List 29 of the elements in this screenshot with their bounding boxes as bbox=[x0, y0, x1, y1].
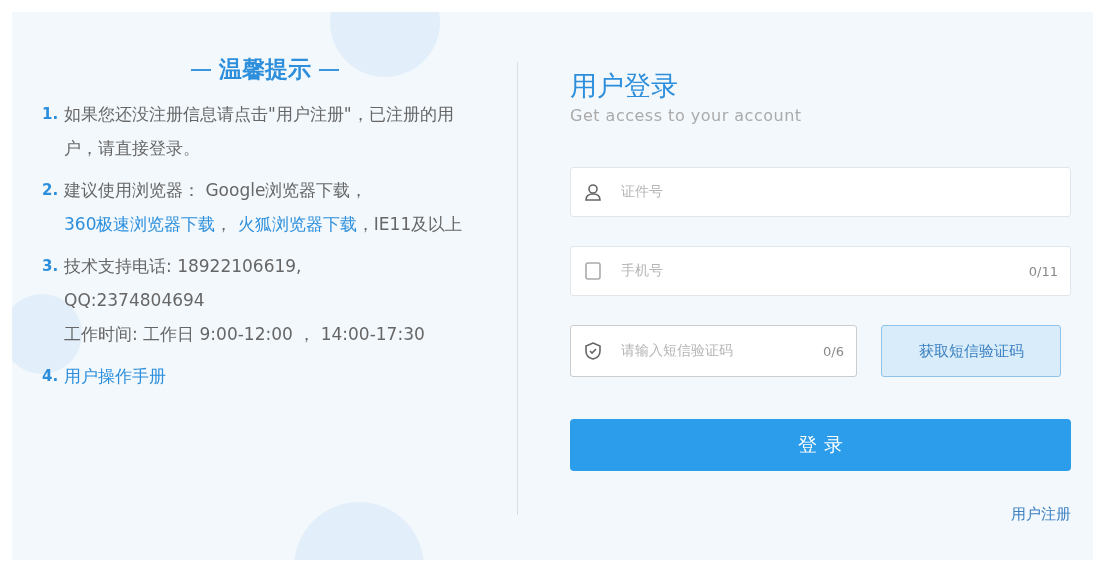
field-placeholder: 请输入短信验证码 bbox=[621, 342, 734, 360]
tip-text: QQ:2374804694 bbox=[64, 289, 206, 312]
char-counter: 0/6 bbox=[823, 343, 844, 359]
tablet-icon bbox=[583, 261, 603, 281]
input-field[interactable]: 请输入短信验证码 0/6 bbox=[570, 325, 857, 377]
tip-text: 技术支持电话: 18922106619, bbox=[64, 255, 303, 278]
login-subtitle: Get access to your account bbox=[570, 106, 803, 125]
download-link[interactable]: 360极速浏览器下载 bbox=[64, 214, 216, 234]
download-link[interactable]: 火狐浏览器下载 bbox=[237, 214, 357, 234]
list-number: 1. bbox=[42, 104, 60, 125]
field-placeholder: 证件号 bbox=[621, 183, 664, 201]
login-title: 用户登录 bbox=[570, 69, 679, 103]
tip-text: 建议使用浏览器： Google浏览器下载， 360极速浏览器下载， 火狐浏览器下载，IE11及以上 bbox=[64, 179, 464, 236]
tip-text: 工作时间: 工作日 9:00-12:00 ， 14:00-17:30 bbox=[64, 323, 426, 346]
field-placeholder: 手机号 bbox=[621, 262, 664, 280]
list-number: 4. bbox=[42, 366, 60, 387]
tips-title: 温馨提示 bbox=[218, 55, 311, 84]
shield-icon bbox=[583, 341, 603, 361]
user-icon bbox=[583, 182, 603, 202]
list-number: 3. bbox=[42, 256, 60, 277]
list-number: 2. bbox=[42, 180, 60, 201]
login-button[interactable]: 登 录 bbox=[570, 419, 1071, 471]
input-field[interactable]: 证件号 bbox=[570, 167, 1071, 217]
char-counter: 0/11 bbox=[1028, 263, 1058, 279]
tip-text: 如果您还没注册信息请点击"用户注册"，已注册的用户，请直接登录。 bbox=[64, 104, 454, 158]
input-field[interactable]: 手机号 0/11 bbox=[570, 246, 1071, 296]
register-link[interactable]: 用户注册 bbox=[1011, 505, 1071, 524]
get-code-button[interactable]: 获取短信验证码 bbox=[881, 325, 1061, 377]
manual-link[interactable]: 用户操作手册 bbox=[64, 366, 166, 386]
